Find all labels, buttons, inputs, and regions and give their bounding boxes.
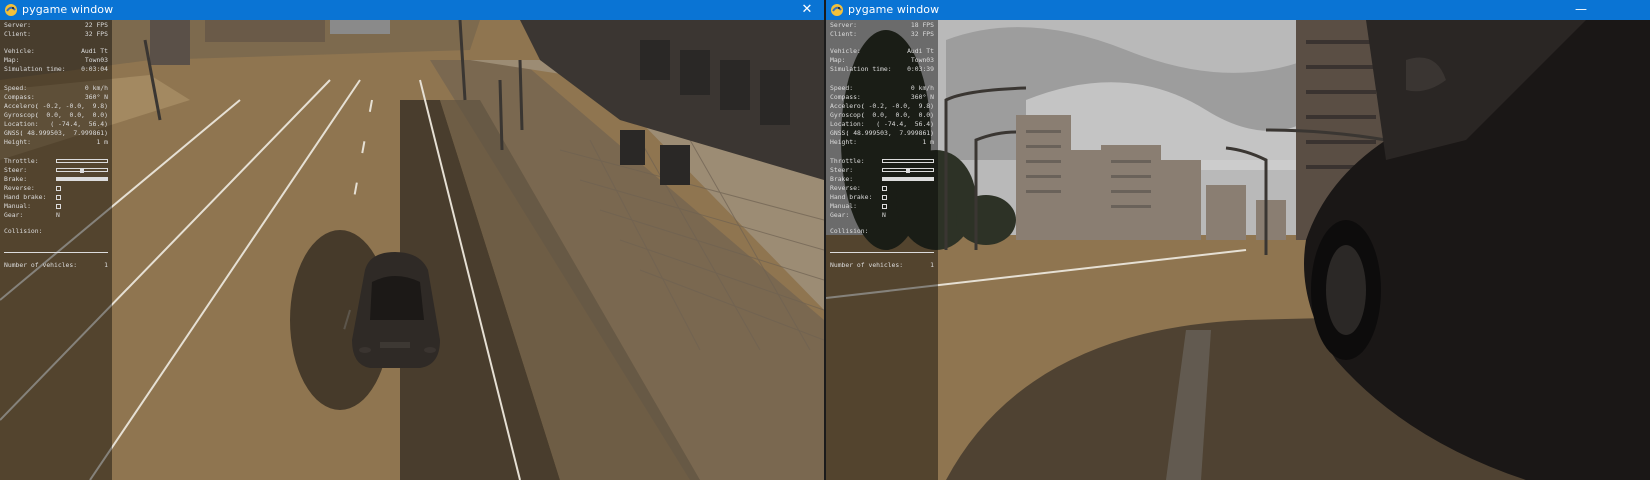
window-title: pygame window (22, 3, 114, 16)
hud-manual: Manual: (4, 202, 108, 211)
hud-gear: Gear: N (4, 211, 60, 219)
hud-panel: Server: 22 FPS Client: 32 FPS Vehicle: Audi… (0, 20, 112, 480)
scene-third-person (0, 20, 824, 480)
window-title: pygame window (848, 3, 940, 16)
building-far-right (330, 20, 390, 34)
window-titlebar[interactable]: pygame window ✕ (0, 0, 824, 20)
hud-hand-brake: Hand brake: (4, 193, 108, 202)
hud-manual: Manual: (830, 202, 934, 211)
hud-compass: Compass: 360° N (830, 93, 934, 101)
minimize-icon[interactable]: — (1572, 1, 1590, 19)
hud-accelerometer: Accelero:( -0.2, -0.0, 9.8) (4, 102, 108, 110)
window-titlebar[interactable]: pygame window — (826, 0, 1650, 20)
hud-reverse: Reverse: (4, 184, 108, 193)
hud-gyroscope: Gyroscop:( 0.0, 0.0, 0.0) (830, 111, 934, 119)
hud-steer: Steer: (4, 166, 108, 175)
collision-history-graph (4, 252, 108, 253)
pygame-window-right[interactable]: pygame window — Server: 18 FPS Client: 3… (826, 0, 1650, 480)
hud-client: Client: 32 FPS (4, 30, 108, 38)
hud-compass: Compass: 360° N (4, 93, 108, 101)
hud-number-of-vehicles: Number of vehicles: 1 (830, 261, 934, 269)
hud-reverse: Reverse: (830, 184, 934, 193)
hand-brake-checkbox (882, 195, 887, 200)
hud-accelerometer: Accelero:( -0.2, -0.0, 9.8) (830, 102, 934, 110)
hud-throttle: Throttle: (830, 157, 934, 166)
hud-hand-brake: Hand brake: (830, 193, 934, 202)
reverse-checkbox (882, 186, 887, 191)
hud-map: Map: Town03 (4, 56, 108, 64)
collision-history-graph (830, 252, 934, 253)
hud-gnss: GNSS:( 48.999503, 7.999861) (830, 129, 934, 137)
scene-first-person (826, 20, 1650, 480)
manual-checkbox (56, 204, 61, 209)
hud-gear: Gear: N (830, 211, 886, 219)
hud-brake: Brake: (4, 175, 108, 184)
hand-brake-checkbox (56, 195, 61, 200)
camera-viewport (826, 20, 1650, 480)
hud-number-of-vehicles: Number of vehicles: 1 (4, 261, 108, 269)
hud-height: Height: 1 m (4, 138, 108, 146)
hud-server: Server: 18 FPS (830, 21, 934, 29)
building-far-center (205, 20, 325, 42)
hud-collision: Collision: (830, 227, 869, 235)
throttle-bar (882, 159, 934, 163)
close-icon[interactable]: ✕ (798, 1, 816, 19)
reverse-checkbox (56, 186, 61, 191)
camera-viewport (0, 20, 824, 480)
hud-server: Server: 22 FPS (4, 21, 108, 29)
hud-speed: Speed: 0 km/h (4, 84, 108, 92)
steer-bar (882, 168, 934, 173)
brake-bar (56, 177, 108, 181)
building-far-left (150, 20, 190, 65)
hud-vehicle: Vehicle: Audi Tt (4, 47, 108, 55)
pygame-snake-icon (5, 4, 17, 16)
steer-bar (56, 168, 108, 173)
hud-simulation-time: Simulation time: 0:03:39 (830, 65, 934, 73)
hud-map: Map: Town03 (830, 56, 934, 64)
hud-speed: Speed: 0 km/h (830, 84, 934, 92)
hud-gnss: GNSS:( 48.999503, 7.999861) (4, 129, 108, 137)
brake-bar (882, 177, 934, 181)
hud-location: Location:( -74.4, 56.4) (4, 120, 108, 128)
ego-vehicle (352, 252, 440, 368)
pygame-window-left[interactable]: pygame window ✕ Server: 22 FPS Client: 3… (0, 0, 824, 480)
hud-gyroscope: Gyroscop:( 0.0, 0.0, 0.0) (4, 111, 108, 119)
hud-collision: Collision: (4, 227, 43, 235)
throttle-bar (56, 159, 108, 163)
hud-brake: Brake: (830, 175, 934, 184)
hud-height: Height: 1 m (830, 138, 934, 146)
hud-simulation-time: Simulation time: 0:03:04 (4, 65, 108, 73)
hud-throttle: Throttle: (4, 157, 108, 166)
manual-checkbox (882, 204, 887, 209)
hud-steer: Steer: (830, 166, 934, 175)
hud-location: Location:( -74.4, 56.4) (830, 120, 934, 128)
hud-client: Client: 32 FPS (830, 30, 934, 38)
pygame-snake-icon (831, 4, 843, 16)
hud-vehicle: Vehicle: Audi Tt (830, 47, 934, 55)
hud-panel: Server: 18 FPS Client: 32 FPS Vehicle: Audi… (826, 20, 938, 480)
